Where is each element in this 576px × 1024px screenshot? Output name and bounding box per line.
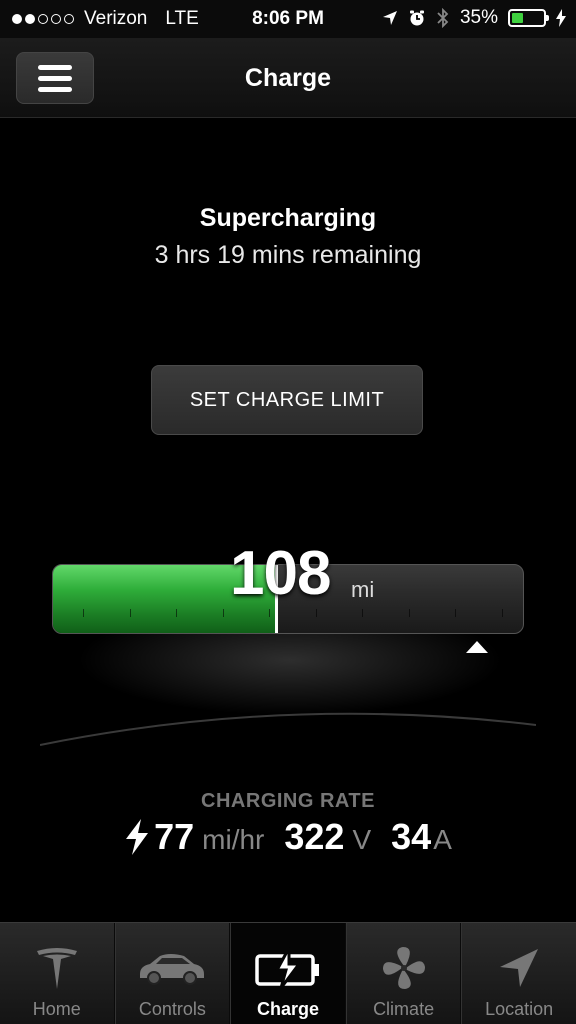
fan-icon	[382, 947, 425, 989]
navigation-bar: Charge	[0, 38, 576, 118]
tab-label: Climate	[373, 999, 435, 1019]
car-icon	[140, 954, 205, 985]
tesla-logo-icon	[36, 948, 77, 989]
tab-climate[interactable]: Climate	[345, 923, 462, 1024]
charging-status: Supercharging	[199, 204, 377, 232]
tab-label: Charge	[256, 999, 319, 1019]
battery-percent: 35%	[459, 7, 498, 28]
lightning-bolt-icon	[126, 819, 149, 855]
range-value: 108	[230, 539, 331, 608]
battery-icon	[508, 9, 549, 27]
tab-label: Location	[485, 999, 554, 1019]
tab-home[interactable]: Home	[0, 923, 115, 1024]
tab-charge[interactable]: Charge	[230, 923, 346, 1024]
current-value: 34	[391, 816, 432, 857]
location-arrow-icon	[382, 11, 397, 25]
set-charge-limit-button[interactable]: SET CHARGE LIMIT	[151, 365, 423, 435]
current-unit: A	[433, 824, 452, 855]
tab-label: Home	[32, 999, 81, 1019]
voltage-unit: V	[352, 824, 372, 855]
charge-limit-marker[interactable]	[466, 641, 488, 653]
tab-controls[interactable]: Controls	[114, 923, 231, 1024]
tab-label: Controls	[138, 999, 206, 1019]
charging-battery-icon	[255, 947, 319, 989]
navigation-arrow-icon	[500, 949, 539, 987]
decorative-arc	[40, 712, 536, 746]
battery-bar-ticks	[83, 609, 503, 617]
charging-speed-value: 77	[154, 816, 195, 857]
charging-bolt-icon	[556, 9, 566, 27]
time-remaining: 3 hrs 19 mins remaining	[154, 241, 422, 269]
alarm-icon	[409, 10, 424, 26]
tab-location[interactable]: Location	[461, 923, 576, 1024]
charging-rate-title: CHARGING RATE	[201, 790, 375, 812]
status-bar: Verizon LTE 8:06 PM 35%	[0, 0, 576, 38]
range-unit: mi	[351, 577, 375, 602]
bluetooth-icon	[437, 8, 449, 28]
charging-rate-row: 77 mi/hr 322 V 34 A	[0, 816, 576, 858]
voltage-value: 322	[284, 816, 345, 857]
page-title: Charge	[244, 64, 332, 92]
status-right: 35%	[382, 7, 566, 29]
tab-bar: Home Controls Charge Climate Location	[0, 922, 576, 1024]
charging-speed-unit: mi/hr	[202, 824, 265, 855]
